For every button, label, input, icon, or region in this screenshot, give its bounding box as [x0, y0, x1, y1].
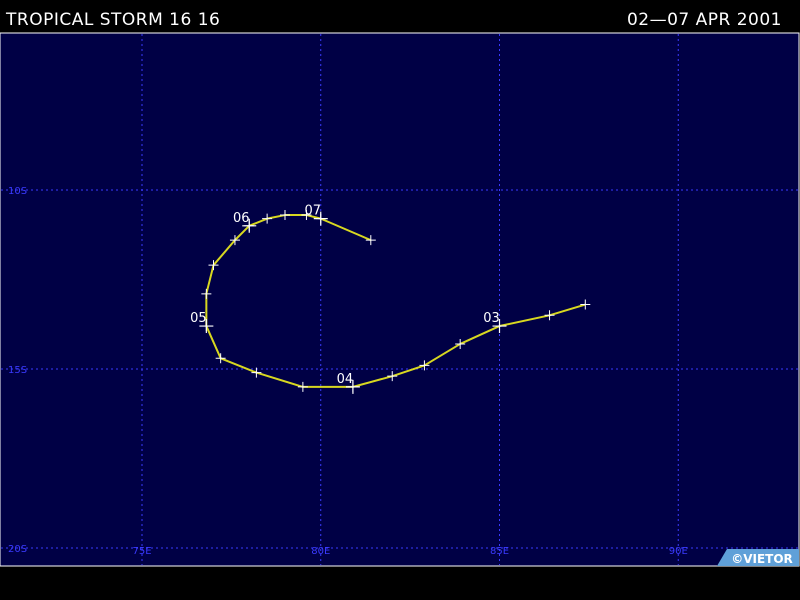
day-label: 07	[304, 204, 321, 219]
track-map: 10S 15S 20S 75E 80E 85E 90E 03 04 05 06 07 ©VIETOR	[0, 32, 800, 567]
copyright-badge: ©VIETOR	[717, 549, 799, 566]
day-label: 06	[233, 211, 250, 226]
day-label: 04	[337, 372, 354, 387]
copyright-text: ©VIETOR	[731, 552, 793, 566]
lon-label: 80E	[311, 546, 330, 557]
day-label: 05	[190, 311, 207, 326]
lon-label: 85E	[490, 546, 509, 557]
lon-label: 75E	[132, 546, 151, 557]
day-label: 03	[483, 311, 500, 326]
lat-label: 15S	[8, 365, 27, 376]
map-background	[0, 32, 800, 567]
lon-label: 90E	[669, 546, 688, 557]
lat-label: 20S	[8, 544, 27, 555]
lat-label: 10S	[8, 186, 27, 197]
